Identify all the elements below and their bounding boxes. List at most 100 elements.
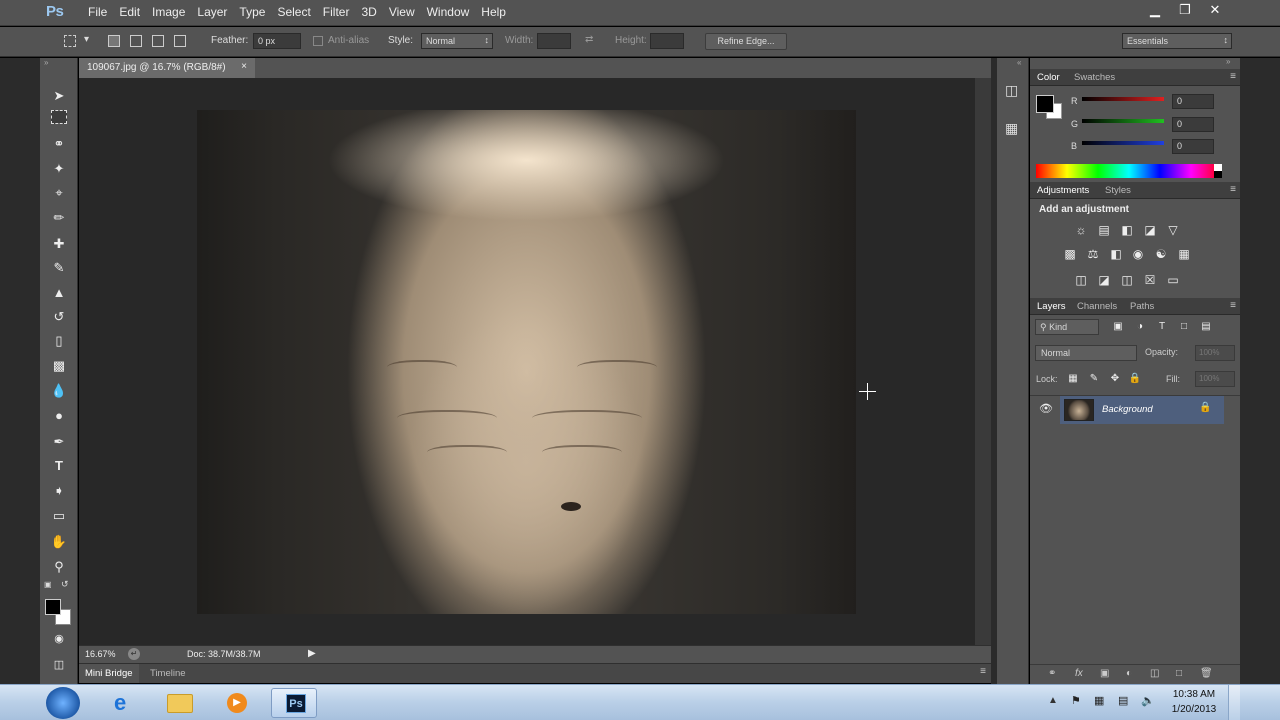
menu-3d[interactable]: 3D <box>355 5 382 19</box>
workspace-select[interactable]: Essentials ↕ <box>1122 33 1232 49</box>
refine-edge-button[interactable]: Refine Edge... <box>705 33 787 50</box>
menu-select[interactable]: Select <box>271 5 316 19</box>
menu-file[interactable]: File <box>82 5 113 19</box>
menu-image[interactable]: Image <box>146 5 191 19</box>
swap-colors-icon[interactable]: ↺ <box>61 579 69 590</box>
tab-styles[interactable]: Styles <box>1105 185 1131 196</box>
taskbar-time[interactable]: 10:38 AM <box>1166 689 1222 700</box>
menu-help[interactable]: Help <box>475 5 512 19</box>
internet-explorer-icon[interactable]: e <box>101 688 147 718</box>
feather-input[interactable]: 0 px <box>253 33 301 49</box>
media-player-icon[interactable]: ▶ <box>213 688 259 718</box>
lasso-tool-icon[interactable]: ⚭ <box>49 134 69 154</box>
levels-icon[interactable]: ▤ <box>1097 223 1111 237</box>
selective-color-icon[interactable]: ☒ <box>1143 273 1157 287</box>
type-tool-icon[interactable]: T <box>49 456 69 476</box>
foreground-color-swatch[interactable] <box>45 599 61 615</box>
channel-mixer-icon[interactable]: ☯ <box>1154 247 1168 261</box>
green-value[interactable]: 0 <box>1172 117 1214 132</box>
pen-tool-icon[interactable]: ✒ <box>49 432 69 452</box>
red-slider[interactable] <box>1082 97 1164 101</box>
info-icon[interactable]: ↵ <box>128 648 140 660</box>
intersect-selection-icon[interactable] <box>174 35 186 47</box>
tab-paths[interactable]: Paths <box>1130 301 1154 312</box>
zoom-level[interactable]: 16.67% <box>85 649 116 659</box>
trash-icon[interactable]: 🗑 <box>1200 668 1213 679</box>
layer-filter-select[interactable]: ⚲ Kind <box>1035 319 1099 335</box>
filter-shape-icon[interactable]: □ <box>1177 320 1191 334</box>
fill-input[interactable]: 100% <box>1195 371 1235 387</box>
lock-pixels-icon[interactable]: ✎ <box>1087 372 1101 386</box>
green-slider[interactable] <box>1082 119 1164 123</box>
lock-all-icon[interactable]: 🔒 <box>1128 372 1142 386</box>
black-white-ramp[interactable] <box>1214 164 1222 178</box>
hue-saturation-icon[interactable]: ▩ <box>1063 247 1077 261</box>
healing-brush-tool-icon[interactable]: ✚ <box>49 234 69 254</box>
new-selection-icon[interactable] <box>108 35 120 47</box>
marquee-preset-icon[interactable] <box>64 35 76 47</box>
filter-adjustment-icon[interactable]: ◑ <box>1133 320 1147 334</box>
restore-icon[interactable]: ❐ <box>1170 2 1200 18</box>
color-fg-swatch[interactable] <box>1036 95 1054 113</box>
clone-stamp-tool-icon[interactable]: ▲ <box>49 283 69 303</box>
style-select[interactable]: Normal ↕ <box>421 33 493 49</box>
play-arrow-icon[interactable]: ▶ <box>308 648 316 659</box>
properties-panel-icon[interactable]: ▦ <box>1005 120 1018 137</box>
zoom-tool-icon[interactable]: ⚲ <box>49 557 69 577</box>
windows-start-icon[interactable] <box>46 687 80 719</box>
brush-tool-icon[interactable]: ✎ <box>49 258 69 278</box>
history-brush-tool-icon[interactable]: ↺ <box>49 307 69 327</box>
menu-view[interactable]: View <box>383 5 421 19</box>
posterize-icon[interactable]: ◪ <box>1097 273 1111 287</box>
red-value[interactable]: 0 <box>1172 94 1214 109</box>
filter-smart-object-icon[interactable]: ▤ <box>1199 320 1213 334</box>
network-icon[interactable]: ▤ <box>1118 694 1128 707</box>
opacity-input[interactable]: 100% <box>1195 345 1235 361</box>
tab-mini-bridge[interactable]: Mini Bridge <box>79 664 139 683</box>
layer-row[interactable]: 👁 Background 🔒 <box>1030 395 1240 424</box>
quick-selection-tool-icon[interactable]: ✦ <box>49 159 69 179</box>
eraser-tool-icon[interactable]: ▯ <box>49 331 69 351</box>
gradient-map-icon[interactable]: ▭ <box>1166 273 1180 287</box>
photo-filter-icon[interactable]: ◉ <box>1131 247 1145 261</box>
lock-transparency-icon[interactable]: ▦ <box>1066 372 1080 386</box>
collapse-icon[interactable]: » <box>44 58 48 67</box>
photoshop-taskbar-button[interactable]: Ps <box>271 688 317 718</box>
tab-layers[interactable]: Layers <box>1037 301 1066 312</box>
vertical-scrollbar[interactable] <box>975 78 991 645</box>
brightness-icon[interactable]: ☼ <box>1074 223 1088 237</box>
blend-mode-select[interactable]: Normal <box>1035 345 1137 361</box>
blur-tool-icon[interactable]: 💧 <box>49 381 69 401</box>
add-to-selection-icon[interactable] <box>130 35 142 47</box>
move-tool-icon[interactable]: ➤ <box>49 86 69 106</box>
hand-tool-icon[interactable]: ✋ <box>49 532 69 552</box>
quick-mask-icon[interactable]: ◉ <box>49 629 69 649</box>
history-panel-icon[interactable]: ◫ <box>1005 82 1018 99</box>
devices-icon[interactable]: ▦ <box>1094 694 1104 707</box>
document-tab[interactable]: 109067.jpg @ 16.7% (RGB/8#) × <box>79 58 255 78</box>
menu-filter[interactable]: Filter <box>317 5 356 19</box>
color-balance-icon[interactable]: ⚖ <box>1086 247 1100 261</box>
panel-menu-icon[interactable]: ≡ <box>1230 71 1236 82</box>
height-input[interactable] <box>650 33 684 49</box>
lock-position-icon[interactable]: ✥ <box>1108 372 1122 386</box>
tab-adjustments[interactable]: Adjustments <box>1037 185 1089 196</box>
antialias-checkbox[interactable] <box>313 36 323 46</box>
swap-icon[interactable]: ⇄ <box>585 34 593 45</box>
menu-type[interactable]: Type <box>233 5 271 19</box>
panel-menu-icon[interactable]: ≡ <box>1230 300 1236 311</box>
taskbar-date[interactable]: 1/20/2013 <box>1166 704 1222 715</box>
folder-icon[interactable] <box>157 688 203 718</box>
collapse-panels-icon[interactable]: » <box>1226 57 1230 66</box>
show-desktop-button[interactable] <box>1228 685 1240 720</box>
color-lookup-icon[interactable]: ▦ <box>1177 247 1191 261</box>
width-input[interactable] <box>537 33 571 49</box>
link-layers-icon[interactable]: ⚭ <box>1048 668 1056 679</box>
show-hidden-icons-icon[interactable]: ▲ <box>1048 695 1058 706</box>
invert-icon[interactable]: ◫ <box>1074 273 1088 287</box>
marquee-tool-icon[interactable] <box>51 110 67 124</box>
fx-icon[interactable]: fx <box>1075 668 1083 679</box>
chevron-down-icon[interactable]: ▾ <box>84 34 89 45</box>
threshold-icon[interactable]: ◫ <box>1120 273 1134 287</box>
rectangle-tool-icon[interactable]: ▭ <box>49 506 69 526</box>
